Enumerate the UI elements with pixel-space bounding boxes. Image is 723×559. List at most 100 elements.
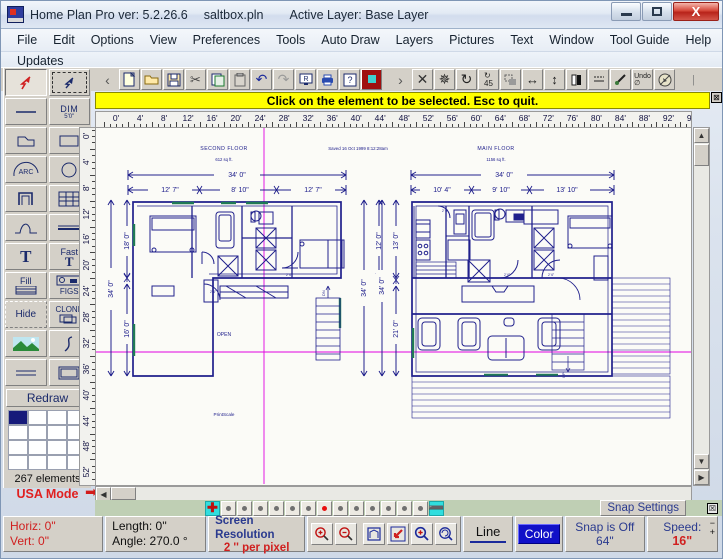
copy-region-icon[interactable] [500, 69, 521, 90]
menu-file[interactable]: File [9, 31, 45, 49]
layer-toggle-active[interactable] [317, 500, 332, 516]
fill-tool[interactable]: Fill [5, 272, 47, 299]
arc-tool[interactable]: ARC [5, 156, 47, 183]
palette-swatch[interactable] [27, 425, 47, 440]
no-select-icon[interactable] [654, 69, 675, 90]
color-palette-grid[interactable] [8, 410, 86, 470]
scroll-right-end-button[interactable]: ▶ [694, 470, 709, 485]
redo-icon[interactable]: ↷ [273, 69, 294, 90]
menu-text[interactable]: Text [502, 31, 541, 49]
remove-layer-button[interactable]: ➖ [428, 500, 445, 516]
palette-swatch[interactable] [47, 425, 67, 440]
zoom-fit-button[interactable] [363, 523, 386, 545]
layer-toggle[interactable] [381, 500, 396, 516]
palette-swatch[interactable] [47, 440, 67, 455]
move-icon[interactable]: ✵ [434, 69, 455, 90]
stretch-horizontal-icon[interactable]: ↔ [522, 69, 543, 90]
cut-scissors-icon[interactable]: ✂ [185, 69, 206, 90]
zoom-in-button[interactable] [311, 523, 334, 545]
menu-view[interactable]: View [142, 31, 185, 49]
zoom-window-button[interactable] [411, 523, 434, 545]
help-question-icon[interactable]: ? [339, 69, 360, 90]
palette-swatch[interactable] [47, 455, 67, 470]
paste-icon[interactable] [229, 69, 250, 90]
hide-tool[interactable]: Hide [5, 301, 47, 328]
save-disk-icon[interactable] [163, 69, 184, 90]
double-line-tool[interactable] [5, 359, 47, 386]
menu-tools[interactable]: Tools [268, 31, 313, 49]
layer-toggle[interactable] [333, 500, 348, 516]
align-icon[interactable] [588, 69, 609, 90]
new-file-icon[interactable] [119, 69, 140, 90]
undo-icon[interactable]: ↶ [251, 69, 272, 90]
horizontal-ruler[interactable]: 0' 4' 8' 12' 16' 20' 24' 28' 32' 36' 40' 44' 48' 52' 5… [95, 111, 692, 127]
picture-tool[interactable] [5, 330, 47, 357]
horizontal-scrollbar[interactable]: ◀ [95, 486, 692, 502]
menu-options[interactable]: Options [83, 31, 142, 49]
copy-icon[interactable] [207, 69, 228, 90]
menu-layers[interactable]: Layers [388, 31, 442, 49]
menu-help[interactable]: Help [677, 31, 719, 49]
delete-x-icon[interactable]: ✕ [412, 69, 433, 90]
speed-increase-button[interactable]: + [710, 528, 715, 537]
palette-swatch[interactable] [27, 455, 47, 470]
rotate-45-icon[interactable]: ↻ 45 [478, 69, 499, 90]
dimension-tool[interactable]: DIM 5'0" [48, 98, 90, 125]
close-button[interactable]: X [673, 2, 719, 21]
marquee-select-tool[interactable] [48, 69, 90, 96]
speed-panel[interactable]: Speed: 16" − + [646, 516, 718, 552]
menu-window[interactable]: Window [541, 31, 601, 49]
menu-edit[interactable]: Edit [45, 31, 83, 49]
stretch-vertical-icon[interactable]: ↕ [544, 69, 565, 90]
layer-toggle[interactable] [397, 500, 412, 516]
maximize-button[interactable] [642, 2, 672, 21]
polyline-tool[interactable] [5, 127, 47, 154]
scroll-down-button[interactable]: ▼ [694, 454, 709, 469]
vertical-scroll-thumb[interactable] [694, 144, 709, 166]
door-icon[interactable] [361, 69, 382, 90]
palette-swatch[interactable] [8, 455, 28, 470]
screen-resolution-panel[interactable]: Screen Resolution 2 '' per pixel [208, 515, 306, 554]
rotate-icon[interactable]: ↻ [456, 69, 477, 90]
text-tool[interactable]: T [5, 243, 47, 270]
next-icon[interactable]: › [390, 69, 411, 90]
palette-swatch[interactable] [27, 410, 47, 425]
layer-strip-close-icon[interactable]: ☒ [707, 503, 718, 514]
snap-panel[interactable]: Snap is Off 64" [565, 516, 645, 552]
palette-swatch[interactable] [8, 425, 28, 440]
menu-updates[interactable]: Updates [9, 54, 72, 68]
mirror-icon[interactable] [566, 69, 587, 90]
layer-toggle[interactable] [365, 500, 380, 516]
palette-swatch[interactable] [27, 440, 47, 455]
menu-auto-draw[interactable]: Auto Draw [313, 31, 387, 49]
layer-toggle[interactable] [349, 500, 364, 516]
line-style-button[interactable]: Line [463, 516, 514, 552]
vertical-ruler[interactable]: 0' 4' 8' 12' 16' 20' 24' 28' 32' 36' 40' 44' 48' 52' [79, 127, 95, 486]
speed-spinner[interactable]: − + [710, 519, 715, 537]
prev-icon[interactable]: ‹ [97, 69, 118, 90]
screen-preview-icon[interactable]: R [295, 69, 316, 90]
message-close-icon[interactable]: ⊠ [711, 92, 722, 103]
palette-swatch[interactable] [8, 440, 28, 455]
zoom-out-button[interactable] [335, 523, 358, 545]
measure-icon[interactable] [610, 69, 631, 90]
menu-preferences[interactable]: Preferences [185, 31, 268, 49]
drawing-canvas[interactable]: SECOND FLOOR 612 sq ft. Saved 16 Oct 199… [95, 127, 692, 486]
snap-settings-button[interactable]: Snap Settings [600, 500, 686, 516]
pan-button[interactable] [387, 523, 410, 545]
palette-swatch[interactable] [8, 410, 28, 425]
open-folder-icon[interactable] [141, 69, 162, 90]
curve-tool[interactable] [5, 214, 47, 241]
scroll-up-button[interactable]: ▲ [694, 128, 709, 143]
minimize-button[interactable] [611, 2, 641, 21]
zoom-previous-button[interactable] [435, 523, 458, 545]
color-button[interactable]: Color [517, 524, 561, 544]
print-icon[interactable] [317, 69, 338, 90]
vertical-scrollbar[interactable]: ▲ ▼ ▶ [693, 127, 710, 486]
arrow-select-tool[interactable] [5, 69, 47, 96]
layer-toggle[interactable] [301, 500, 316, 516]
redraw-button[interactable]: Redraw [6, 389, 89, 407]
horizontal-scroll-thumb[interactable] [111, 487, 136, 500]
layer-toggle[interactable] [413, 500, 428, 516]
menu-tool-guide[interactable]: Tool Guide [602, 31, 678, 49]
